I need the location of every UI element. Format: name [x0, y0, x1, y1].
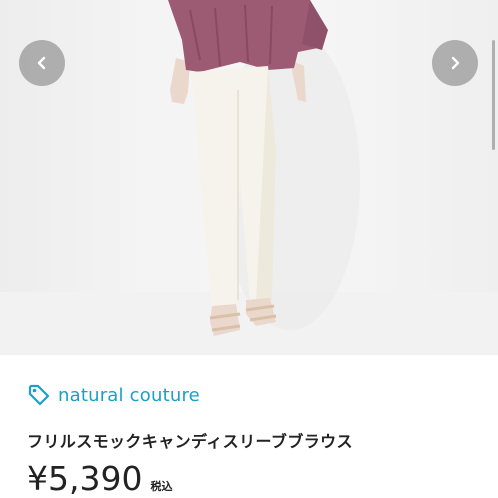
prev-image-button[interactable] — [19, 40, 65, 86]
model-photo — [0, 0, 498, 355]
tag-icon — [28, 384, 50, 406]
chevron-left-icon — [37, 56, 46, 70]
brand-name[interactable]: natural couture — [58, 385, 200, 406]
next-image-button[interactable] — [432, 40, 478, 86]
price-row: ¥5,390 税込 — [27, 459, 172, 498]
product-price: ¥5,390 — [27, 459, 143, 498]
product-image[interactable] — [0, 0, 498, 355]
product-title: フリルスモックキャンディスリーブブラウス — [27, 432, 353, 451]
chevron-right-icon — [451, 56, 460, 70]
image-scrollbar[interactable] — [492, 40, 495, 150]
product-info: natural couture フリルスモックキャンディスリーブブラウス ¥5,… — [0, 355, 498, 498]
tax-label: 税込 — [150, 480, 173, 493]
brand-link[interactable]: natural couture — [27, 383, 200, 407]
product-page: natural couture フリルスモックキャンディスリーブブラウス ¥5,… — [0, 0, 498, 498]
